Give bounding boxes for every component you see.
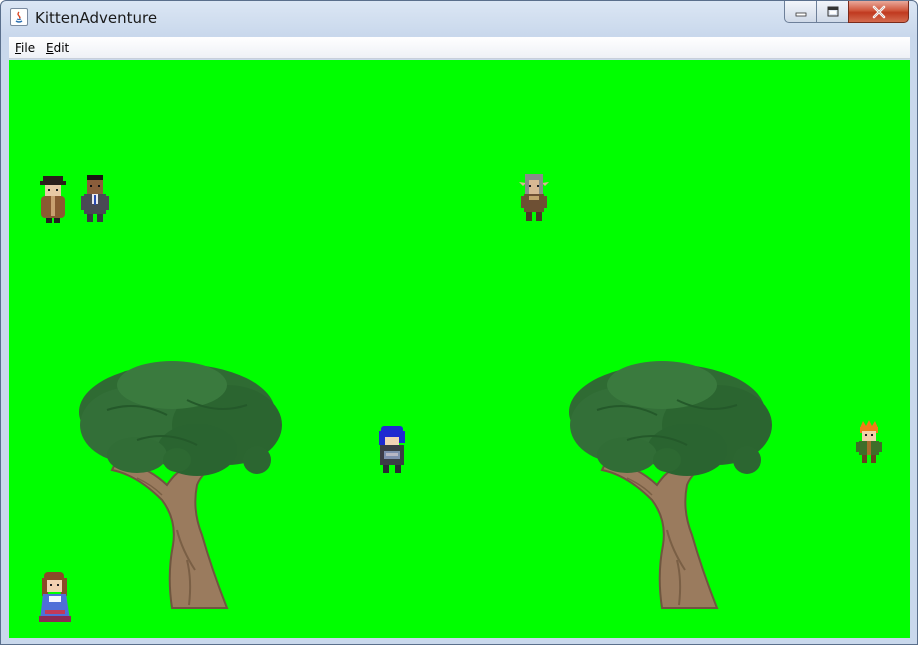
npc-elf-gray[interactable] xyxy=(517,172,551,224)
menu-edit-rest: dit xyxy=(53,41,70,55)
java-icon xyxy=(10,8,28,26)
app-window: KittenAdventure File Edit xyxy=(0,0,918,645)
minimize-icon xyxy=(795,12,806,16)
npc-orange-hair[interactable] xyxy=(855,420,883,464)
close-icon xyxy=(872,5,885,18)
npc-hat-man[interactable] xyxy=(37,172,69,224)
minimize-button[interactable] xyxy=(784,1,817,23)
player-blue-hair[interactable] xyxy=(375,425,409,475)
tree-right xyxy=(569,361,772,609)
game-canvas[interactable] xyxy=(9,60,910,638)
menu-file-rest: ile xyxy=(21,41,36,55)
tree-left xyxy=(79,361,282,609)
npc-brown-hair-girl[interactable] xyxy=(37,570,73,624)
menu-edit[interactable]: Edit xyxy=(46,41,69,55)
menu-edit-mnemonic: E xyxy=(46,41,54,55)
maximize-button[interactable] xyxy=(816,1,849,23)
title-bar[interactable]: KittenAdventure xyxy=(1,1,917,35)
npc-suit-man[interactable] xyxy=(79,172,111,224)
menu-file[interactable]: File xyxy=(15,41,35,55)
maximize-icon xyxy=(827,6,838,16)
close-button[interactable] xyxy=(848,1,909,23)
menu-bar: File Edit xyxy=(9,37,910,59)
window-title: KittenAdventure xyxy=(35,9,158,27)
